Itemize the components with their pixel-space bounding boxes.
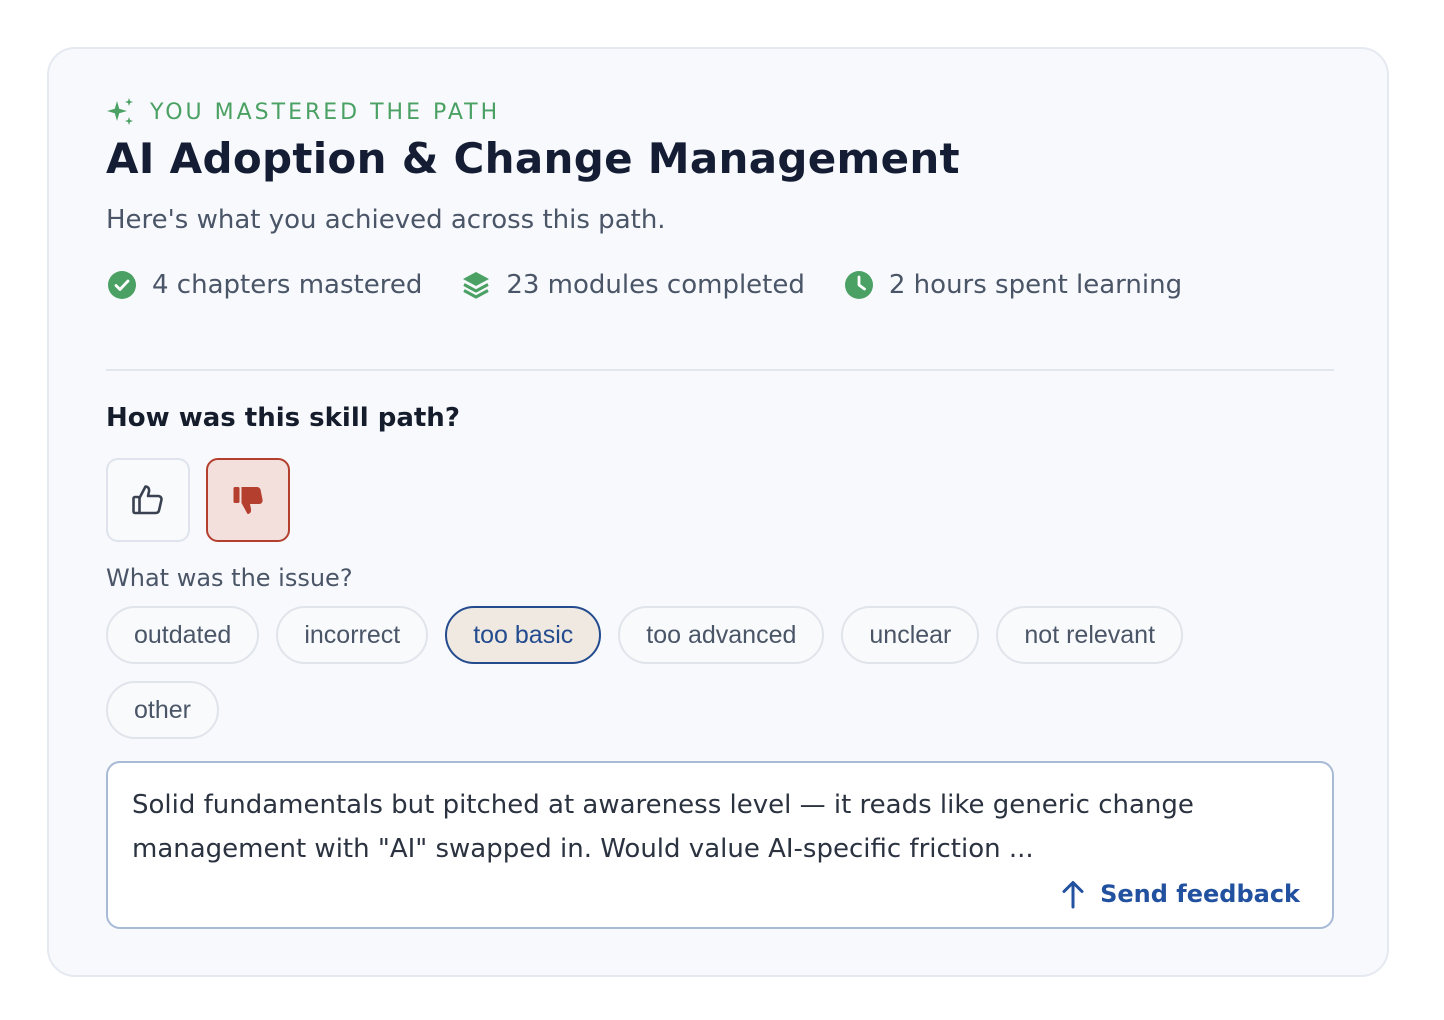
thumbs-up-button[interactable] — [106, 458, 190, 542]
rating-question: How was this skill path? — [106, 403, 460, 433]
page-subtitle: Here's what you achieved across this pat… — [106, 205, 666, 235]
stat-label: 4 chapters mastered — [152, 270, 423, 300]
eyebrow-text: YOU MASTERED THE PATH — [150, 99, 501, 125]
send-feedback-button[interactable]: Send feedback — [1060, 879, 1300, 909]
feedback-textarea[interactable]: Solid fundamentals but pitched at awaren… — [106, 761, 1334, 929]
thumbs-down-button[interactable] — [206, 458, 290, 542]
stat-label: 23 modules completed — [506, 270, 805, 300]
stat-modules: 23 modules completed — [460, 269, 805, 301]
section-divider — [106, 369, 1334, 371]
feedback-text[interactable]: Solid fundamentals but pitched at awaren… — [132, 783, 1312, 871]
sparkles-icon — [106, 97, 136, 127]
arrow-up-icon — [1060, 879, 1086, 909]
chip-other[interactable]: other — [106, 681, 219, 739]
check-circle-icon — [106, 269, 138, 301]
mastery-eyebrow: YOU MASTERED THE PATH — [106, 97, 500, 127]
chip-incorrect[interactable]: incorrect — [276, 606, 429, 664]
issue-chip-group: outdated incorrect too basic too advance… — [106, 606, 1306, 739]
send-feedback-label: Send feedback — [1100, 880, 1300, 908]
stat-hours: 2 hours spent learning — [843, 269, 1182, 301]
layers-icon — [460, 269, 492, 301]
chip-not-relevant[interactable]: not relevant — [996, 606, 1184, 664]
chip-outdated[interactable]: outdated — [106, 606, 260, 664]
thumbs-down-icon — [230, 482, 266, 518]
path-completion-card: YOU MASTERED THE PATH AI Adoption & Chan… — [47, 47, 1389, 977]
thumbs-up-icon — [130, 482, 166, 518]
clock-icon — [843, 269, 875, 301]
page-title: AI Adoption & Change Management — [106, 134, 960, 183]
issue-question: What was the issue? — [106, 564, 353, 592]
achievement-stats: 4 chapters mastered 23 modules completed… — [106, 264, 1220, 306]
chip-too-advanced[interactable]: too advanced — [618, 606, 825, 664]
chip-unclear[interactable]: unclear — [841, 606, 980, 664]
stat-chapters: 4 chapters mastered — [106, 269, 422, 301]
stat-label: 2 hours spent learning — [888, 270, 1183, 300]
chip-too-basic[interactable]: too basic — [445, 606, 602, 664]
